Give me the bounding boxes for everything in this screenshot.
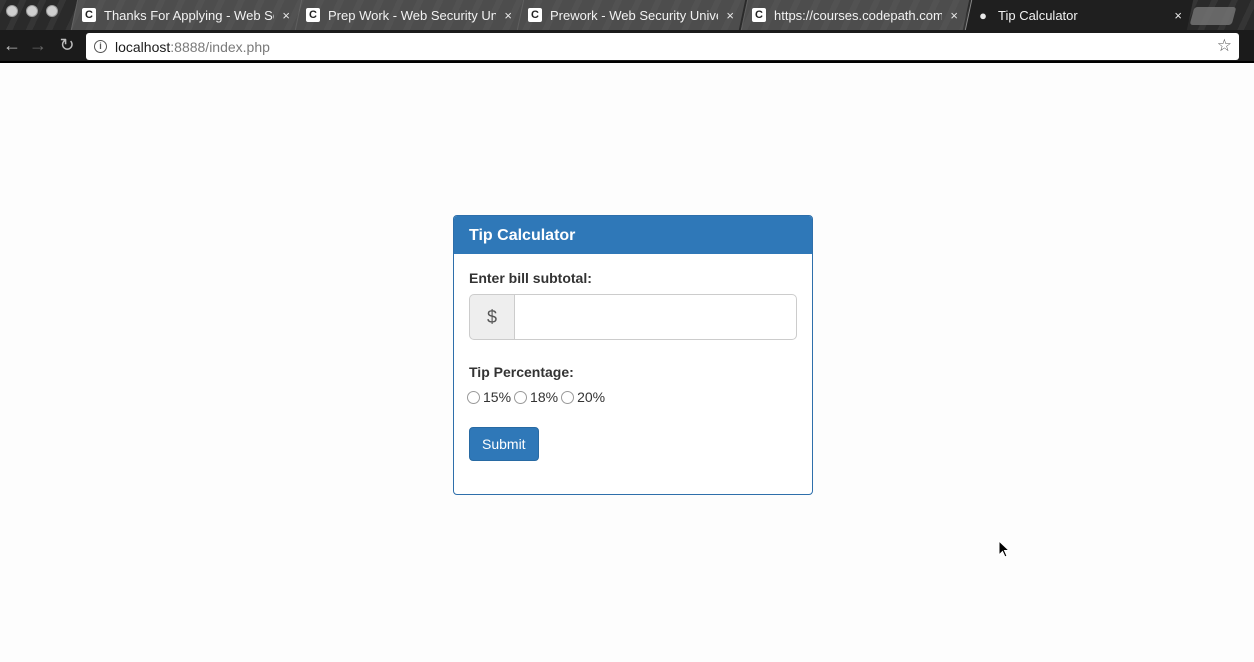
reload-icon[interactable]: ↻ <box>56 34 78 56</box>
subtotal-label: Enter bill subtotal: <box>469 270 592 286</box>
window-minimize-dot[interactable] <box>26 5 38 17</box>
star-icon[interactable]: ☆ <box>1217 36 1232 56</box>
browser-tab[interactable]: C Prework - Web Security Unive × <box>516 0 746 30</box>
close-icon[interactable]: × <box>282 8 290 23</box>
submit-button[interactable]: Submit <box>469 427 539 461</box>
panel-body: Enter bill subtotal: $ Tip Percentage: 1… <box>454 254 812 477</box>
new-tab-button[interactable] <box>1189 7 1237 25</box>
tab-title: https://courses.codepath.com <box>774 7 943 23</box>
back-icon[interactable]: ← <box>1 34 23 56</box>
address-bar[interactable]: i localhost:8888/index.php ☆ <box>86 33 1239 60</box>
window-zoom-dot[interactable] <box>46 5 58 17</box>
tip-percentage-label: Tip Percentage: <box>469 364 574 380</box>
codepath-favicon-icon: C <box>306 8 320 22</box>
tip-option-label: 20% <box>577 389 606 405</box>
codepath-favicon-icon: C <box>752 8 766 22</box>
currency-addon: $ <box>469 294 514 340</box>
info-icon[interactable]: i <box>94 40 107 53</box>
tip-radio-20[interactable] <box>561 390 575 404</box>
codepath-favicon-icon: C <box>528 8 542 22</box>
browser-tab[interactable]: C Thanks For Applying - Web Se × <box>70 0 302 30</box>
close-icon[interactable]: × <box>726 8 734 23</box>
tip-option-label: 18% <box>530 389 559 405</box>
tip-options: 15% 18% 20% <box>467 389 797 405</box>
tip-option-label: 15% <box>483 389 512 405</box>
forward-icon[interactable]: → <box>27 34 49 56</box>
tip-radio-18[interactable] <box>514 390 528 404</box>
browser-tab[interactable]: C https://courses.codepath.com × <box>740 0 970 30</box>
window-close-dot[interactable] <box>6 5 18 17</box>
tab-title: Tip Calculator <box>998 7 1078 23</box>
tip-radio-15[interactable] <box>467 390 480 404</box>
url-host: localhost <box>115 38 171 55</box>
browser-tab[interactable]: C Prep Work - Web Security Uni × <box>294 0 524 30</box>
close-icon[interactable]: × <box>1174 8 1182 23</box>
browser-tab-bar: C Thanks For Applying - Web Se × C Prep … <box>0 0 1254 30</box>
page-favicon-icon: ● <box>979 7 987 23</box>
close-icon[interactable]: × <box>950 8 958 23</box>
panel-title: Tip Calculator <box>454 216 812 254</box>
subtotal-input[interactable] <box>514 294 797 340</box>
tab-title: Prework - Web Security Unive <box>550 7 719 23</box>
browser-tab-active[interactable]: ● Tip Calculator × <box>964 0 1194 30</box>
tab-title: Thanks For Applying - Web Se <box>104 7 275 23</box>
tip-calculator-panel: Tip Calculator Enter bill subtotal: $ Ti… <box>453 215 813 495</box>
url-path: :8888/index.php <box>170 38 270 55</box>
close-icon[interactable]: × <box>504 8 512 23</box>
subtotal-input-group: $ <box>469 294 797 340</box>
codepath-favicon-icon: C <box>82 8 96 22</box>
tab-title: Prep Work - Web Security Uni <box>328 7 497 23</box>
browser-toolbar: ← → ↻ i localhost:8888/index.php ☆ <box>0 30 1254 63</box>
